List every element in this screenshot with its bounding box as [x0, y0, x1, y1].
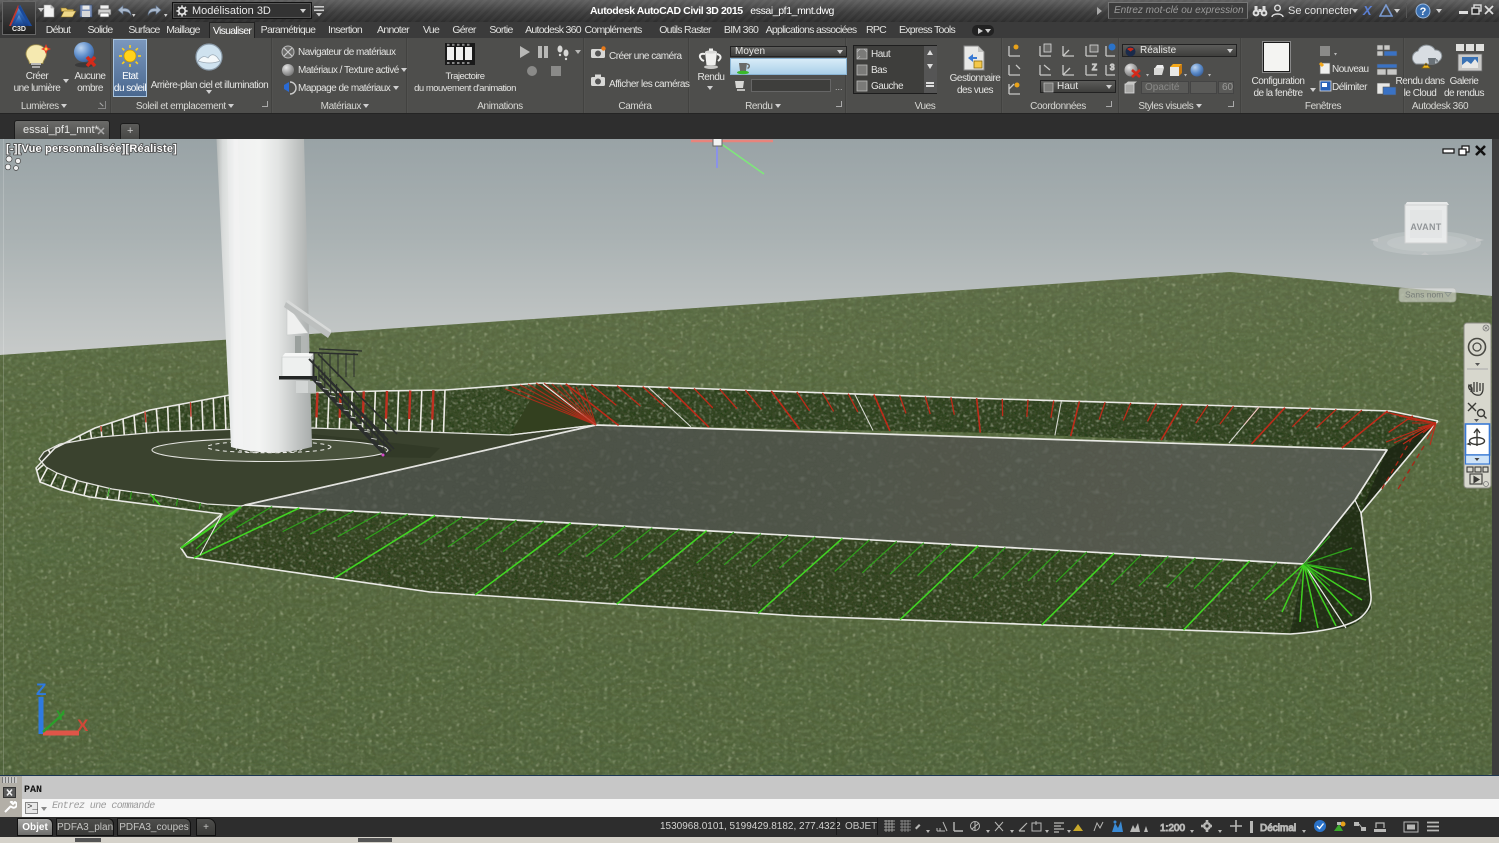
svg-text:3: 3 — [1110, 63, 1115, 72]
svg-text:Z: Z — [36, 680, 46, 699]
svg-text:Décimal: Décimal — [1260, 823, 1296, 834]
svg-text:AVANT: AVANT — [1410, 222, 1441, 232]
svg-text:X: X — [77, 716, 89, 735]
svg-text:Y: Y — [56, 707, 66, 723]
svg-text:1:200: 1:200 — [1160, 823, 1185, 834]
svg-text:Z: Z — [1092, 63, 1097, 72]
svg-text:Sans nom: Sans nom — [1405, 290, 1443, 300]
svg-text:?: ? — [1420, 6, 1427, 18]
svg-text:[-][Vue personnalisée][Réalist: [-][Vue personnalisée][Réaliste] — [6, 143, 177, 155]
